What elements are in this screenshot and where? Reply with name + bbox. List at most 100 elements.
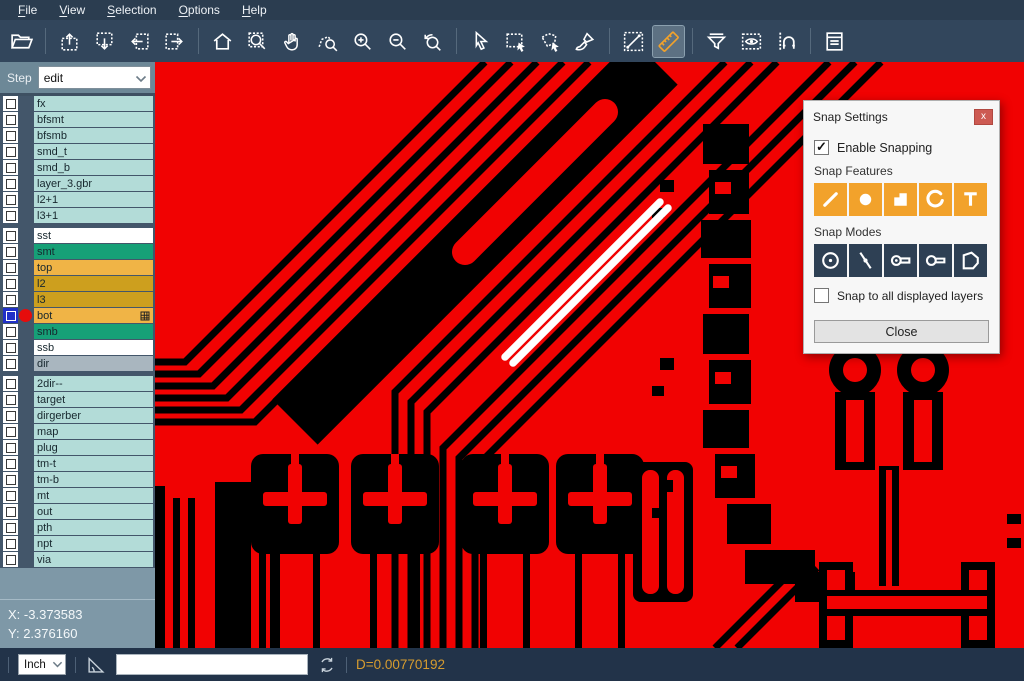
report-button[interactable] bbox=[819, 26, 850, 57]
layer-label[interactable]: layer_3.gbr bbox=[34, 176, 153, 191]
sync-icon[interactable] bbox=[317, 655, 337, 675]
layer-visibility-checkbox[interactable] bbox=[3, 128, 18, 143]
layer-visibility-checkbox[interactable] bbox=[3, 408, 18, 423]
menu-selection[interactable]: Selection bbox=[97, 2, 166, 19]
all-layers-checkbox[interactable] bbox=[814, 288, 829, 303]
layer-row-pth[interactable]: pth bbox=[0, 520, 155, 535]
clean-brush-button[interactable] bbox=[570, 26, 601, 57]
layer-visibility-checkbox[interactable] bbox=[3, 472, 18, 487]
menu-file[interactable]: File bbox=[8, 2, 47, 19]
enable-snapping-row[interactable]: Enable Snapping bbox=[814, 140, 989, 155]
snap-settings-button[interactable] bbox=[771, 26, 802, 57]
dialog-title-bar[interactable]: Snap Settings x bbox=[804, 101, 999, 130]
layer-label[interactable]: tm-t bbox=[34, 456, 153, 471]
layer-label[interactable]: smd_t bbox=[34, 144, 153, 159]
layer-row-dirgerber[interactable]: dirgerber bbox=[0, 408, 155, 423]
close-button[interactable]: Close bbox=[814, 320, 989, 343]
layer-row-smd_b[interactable]: smd_b bbox=[0, 160, 155, 175]
layer-visibility-checkbox[interactable] bbox=[3, 96, 18, 111]
layer-label[interactable]: smb bbox=[34, 324, 153, 339]
snap-pad-button[interactable] bbox=[849, 183, 882, 216]
measure-input[interactable] bbox=[116, 654, 308, 675]
layer-row-tm-b[interactable]: tm-b bbox=[0, 472, 155, 487]
layer-label[interactable]: l2 bbox=[34, 276, 153, 291]
layer-label[interactable]: ssb bbox=[34, 340, 153, 355]
angle-measure-icon[interactable] bbox=[85, 654, 107, 676]
shift-left-button[interactable] bbox=[124, 26, 155, 57]
layer-row-target[interactable]: target bbox=[0, 392, 155, 407]
layer-label[interactable]: l3 bbox=[34, 292, 153, 307]
layer-row-bot[interactable]: bot bbox=[0, 308, 155, 323]
measure-line-button[interactable] bbox=[618, 26, 649, 57]
dialog-close-button[interactable]: x bbox=[974, 109, 993, 125]
layer-label[interactable]: bot bbox=[34, 308, 153, 323]
view-selection-button[interactable] bbox=[736, 26, 767, 57]
layer-visibility-checkbox[interactable] bbox=[3, 208, 18, 223]
snap-arc-button[interactable] bbox=[919, 183, 952, 216]
layer-visibility-checkbox[interactable] bbox=[3, 260, 18, 275]
layer-row-mt[interactable]: mt bbox=[0, 488, 155, 503]
layer-row-out[interactable]: out bbox=[0, 504, 155, 519]
layer-row-l3+1[interactable]: l3+1 bbox=[0, 208, 155, 223]
layer-label[interactable]: l2+1 bbox=[34, 192, 153, 207]
layer-visibility-checkbox[interactable] bbox=[3, 376, 18, 391]
open-file-button[interactable] bbox=[6, 26, 37, 57]
layer-label[interactable]: plug bbox=[34, 440, 153, 455]
layer-row-2dir--[interactable]: 2dir-- bbox=[0, 376, 155, 391]
layer-row-sst[interactable]: sst bbox=[0, 228, 155, 243]
layer-label[interactable]: l3+1 bbox=[34, 208, 153, 223]
snap-outline-polygon-button[interactable] bbox=[954, 244, 987, 277]
snap-center-button[interactable] bbox=[814, 244, 847, 277]
zoom-in-button[interactable] bbox=[347, 26, 378, 57]
home-view-button[interactable] bbox=[207, 26, 238, 57]
layer-visibility-checkbox[interactable] bbox=[3, 536, 18, 551]
snap-text-button[interactable] bbox=[954, 183, 987, 216]
layer-label[interactable]: bfsmt bbox=[34, 112, 153, 127]
layer-visibility-checkbox[interactable] bbox=[3, 292, 18, 307]
layer-visibility-checkbox[interactable] bbox=[3, 488, 18, 503]
layer-label[interactable]: tm-b bbox=[34, 472, 153, 487]
layer-label[interactable]: dir bbox=[34, 356, 153, 371]
layer-label[interactable]: mt bbox=[34, 488, 153, 503]
layer-label[interactable]: smt bbox=[34, 244, 153, 259]
menu-view[interactable]: View bbox=[49, 2, 95, 19]
snap-key-outline-button[interactable] bbox=[919, 244, 952, 277]
layer-visibility-checkbox[interactable] bbox=[3, 440, 18, 455]
layer-label[interactable]: npt bbox=[34, 536, 153, 551]
layer-label[interactable]: dirgerber bbox=[34, 408, 153, 423]
snap-edge-button[interactable] bbox=[849, 244, 882, 277]
layer-label[interactable]: bfsmb bbox=[34, 128, 153, 143]
layer-visibility-checkbox[interactable] bbox=[3, 552, 18, 567]
layer-row-tm-t[interactable]: tm-t bbox=[0, 456, 155, 471]
ruler-button[interactable] bbox=[653, 26, 684, 57]
all-layers-row[interactable]: Snap to all displayed layers bbox=[814, 288, 989, 303]
layer-row-l2+1[interactable]: l2+1 bbox=[0, 192, 155, 207]
zoom-previous-button[interactable] bbox=[417, 26, 448, 57]
select-rect-button[interactable] bbox=[500, 26, 531, 57]
zoom-window-button[interactable] bbox=[242, 26, 273, 57]
layer-visibility-checkbox[interactable] bbox=[3, 160, 18, 175]
layer-label[interactable]: pth bbox=[34, 520, 153, 535]
step-select[interactable]: edit bbox=[38, 66, 151, 89]
layer-label[interactable]: via bbox=[34, 552, 153, 567]
layer-row-l3[interactable]: l3 bbox=[0, 292, 155, 307]
layer-visibility-checkbox[interactable] bbox=[3, 176, 18, 191]
layer-row-smb[interactable]: smb bbox=[0, 324, 155, 339]
layer-row-bfsmt[interactable]: bfsmt bbox=[0, 112, 155, 127]
layer-visibility-checkbox[interactable] bbox=[3, 324, 18, 339]
shift-down-button[interactable] bbox=[89, 26, 120, 57]
layer-visibility-checkbox[interactable] bbox=[3, 192, 18, 207]
layer-row-npt[interactable]: npt bbox=[0, 536, 155, 551]
layer-row-layer_3.gbr[interactable]: layer_3.gbr bbox=[0, 176, 155, 191]
unit-select[interactable]: Inch bbox=[18, 654, 66, 675]
layer-row-dir[interactable]: dir bbox=[0, 356, 155, 371]
layer-visibility-checkbox[interactable] bbox=[3, 308, 18, 323]
layer-label[interactable]: smd_b bbox=[34, 160, 153, 175]
layer-label[interactable]: top bbox=[34, 260, 153, 275]
snap-surface-button[interactable] bbox=[884, 183, 917, 216]
shift-up-button[interactable] bbox=[54, 26, 85, 57]
layer-visibility-checkbox[interactable] bbox=[3, 520, 18, 535]
layer-visibility-checkbox[interactable] bbox=[3, 144, 18, 159]
layer-visibility-checkbox[interactable] bbox=[3, 276, 18, 291]
layer-visibility-checkbox[interactable] bbox=[3, 356, 18, 371]
